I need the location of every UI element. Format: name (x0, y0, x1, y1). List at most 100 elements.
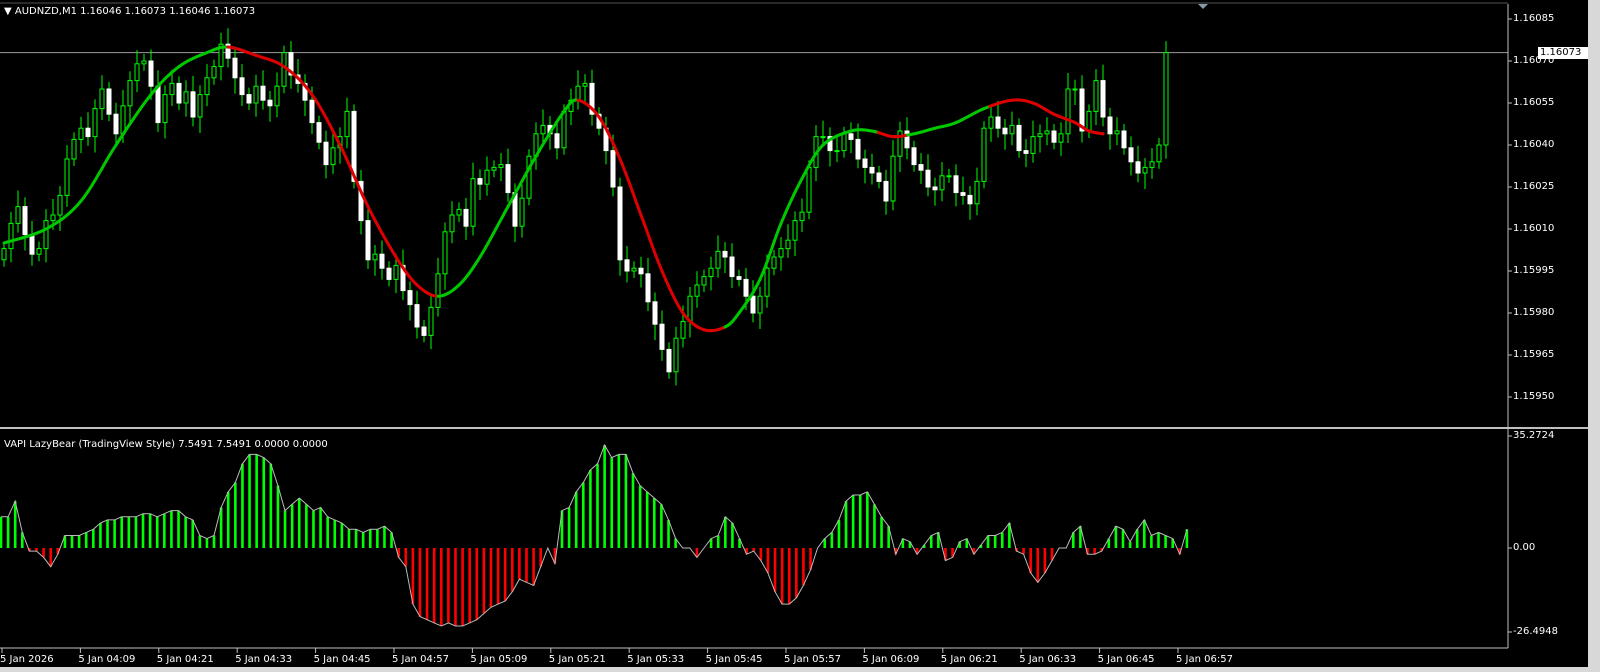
time-tick-label: 5 Jan 06:21 (940, 654, 998, 665)
candle-body (498, 164, 504, 168)
candle-body (799, 211, 805, 222)
candle (1030, 120, 1036, 163)
candle (1163, 41, 1169, 159)
candle (99, 75, 105, 121)
candle-body (1135, 161, 1141, 174)
candle (981, 121, 987, 189)
price-tick-label: 1.15950 (1513, 391, 1555, 402)
candle (799, 198, 805, 233)
candle-body (750, 295, 756, 314)
candle (533, 122, 539, 170)
candle-body (932, 186, 938, 191)
candle-body (806, 166, 812, 213)
candle (36, 241, 42, 262)
candle (792, 211, 798, 257)
candle (85, 112, 91, 146)
candle (379, 240, 385, 280)
candle (470, 162, 476, 236)
candle-body (631, 267, 637, 272)
time-tick-label: 5 Jan 05:09 (470, 654, 528, 665)
candle-body (841, 133, 847, 152)
candle (1079, 75, 1085, 143)
candle (995, 101, 1001, 138)
candle (365, 204, 371, 270)
candle (134, 50, 140, 93)
candle-body (232, 57, 238, 79)
candle-body (491, 166, 497, 171)
candle-body (1065, 88, 1071, 135)
candle (575, 70, 581, 110)
price-tick-label: 1.16040 (1513, 139, 1555, 150)
candle-body (967, 194, 973, 205)
candle (57, 186, 63, 231)
candle-body (442, 231, 448, 275)
candle-body (204, 77, 210, 96)
candle-body (743, 278, 749, 297)
candle (918, 153, 924, 184)
candle (498, 153, 504, 182)
price-tick-label: 1.15965 (1513, 349, 1555, 360)
candle-body (477, 178, 483, 185)
candle (1037, 124, 1043, 153)
candle (666, 342, 672, 379)
candle-body (645, 273, 651, 303)
candle-body (176, 82, 182, 104)
candle (1107, 107, 1113, 150)
candle-body (274, 85, 280, 107)
candle (1114, 117, 1120, 146)
candle (491, 160, 497, 178)
candle-body (1149, 161, 1155, 168)
candle-body (162, 94, 168, 124)
dropdown-triangle-icon[interactable]: ▼ (4, 6, 12, 17)
candle (1149, 148, 1155, 179)
candle-body (911, 147, 917, 166)
candle-body (1030, 136, 1036, 154)
candle-body (127, 80, 133, 107)
candle-body (722, 250, 728, 258)
candle (1135, 145, 1141, 183)
main-title: ▼ AUDNZD,M1 1.16046 1.16073 1.16046 1.16… (4, 6, 255, 18)
candle (862, 149, 868, 184)
candle (344, 97, 350, 149)
candle (953, 164, 959, 207)
candle-body (1072, 88, 1078, 91)
candle-body (211, 66, 217, 79)
time-tick-label: 5 Jan 05:33 (627, 654, 685, 665)
candle-body (582, 82, 588, 87)
candle-body (792, 220, 798, 241)
candle (778, 237, 784, 271)
candle-body (365, 220, 371, 261)
candle-body (99, 88, 105, 110)
candle-body (15, 206, 21, 224)
candle-body (141, 60, 147, 65)
candle-body (449, 214, 455, 233)
candle-body (386, 267, 392, 280)
candle (253, 74, 259, 117)
scrollbar-right[interactable] (1588, 0, 1600, 672)
price-tick-label: 1.15980 (1513, 307, 1555, 318)
indicator-panel[interactable] (0, 443, 1189, 627)
candle (92, 99, 98, 153)
chart-canvas[interactable] (0, 0, 1600, 672)
candle-body (953, 175, 959, 194)
candle (15, 190, 21, 233)
candle-body (428, 306, 434, 336)
candle-body (505, 164, 511, 194)
candle-body (190, 91, 196, 118)
chart-frame (0, 2, 1588, 653)
candle-body (246, 94, 252, 104)
time-tick-label: 5 Jan 05:45 (705, 654, 763, 665)
candle-body (71, 138, 77, 160)
candle (22, 197, 28, 251)
candle-body (1093, 80, 1099, 112)
scrollbar-bottom[interactable] (0, 667, 1600, 672)
candle (1065, 73, 1071, 144)
candle (505, 148, 511, 202)
candle (897, 121, 903, 173)
candle-body (1051, 130, 1057, 143)
candle (1142, 158, 1148, 189)
candle (911, 140, 917, 172)
candle-body (820, 136, 826, 139)
candle-body (988, 116, 994, 129)
price-panel[interactable] (0, 28, 1508, 386)
